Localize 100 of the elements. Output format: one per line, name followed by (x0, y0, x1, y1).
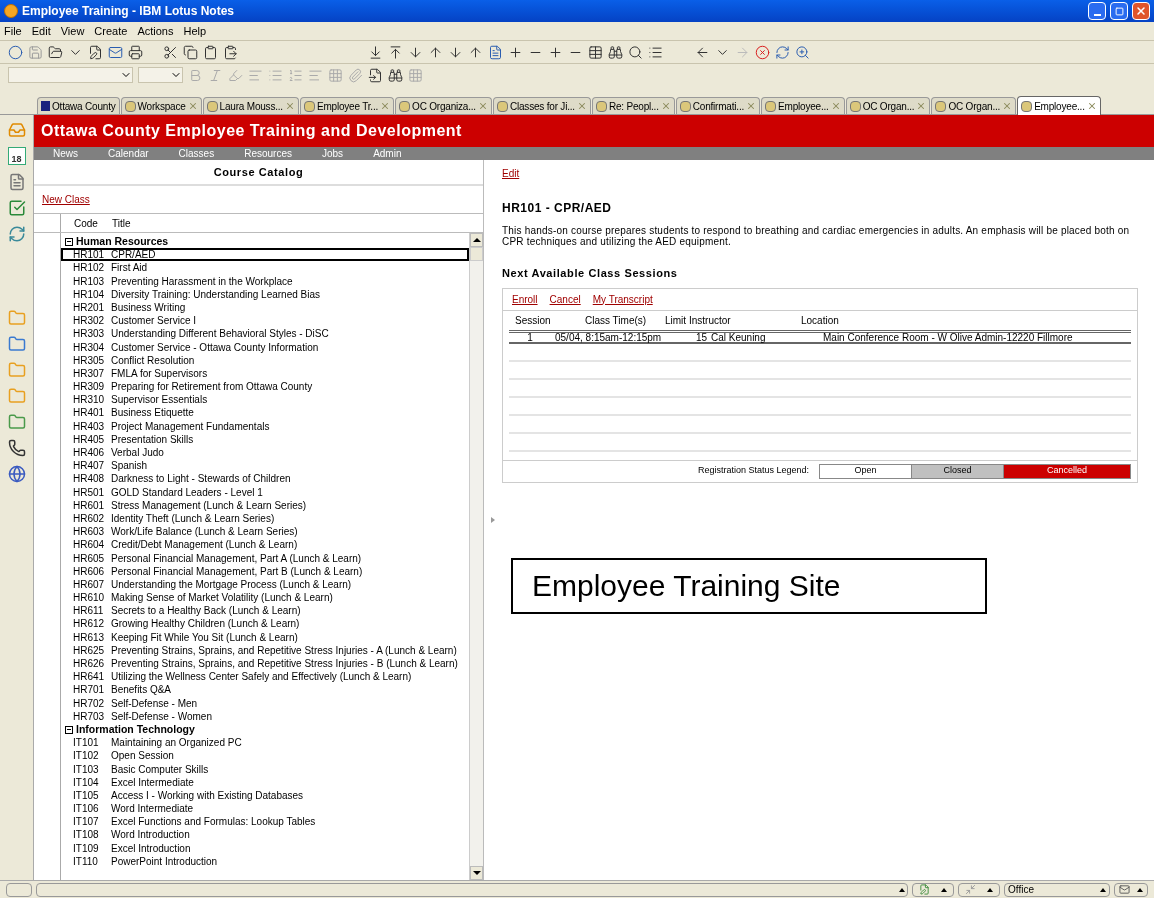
copy-icon[interactable] (183, 44, 198, 60)
globe-icon[interactable] (7, 465, 26, 483)
course-row[interactable]: HR403 Project Management Fundamentals (61, 419, 469, 433)
status-control[interactable] (1114, 882, 1148, 897)
location-selector[interactable]: Office (1004, 882, 1110, 897)
course-row[interactable]: HR610 Making Sense of Market Volatility (Lunch & Learn) (61, 591, 469, 605)
folder-icon[interactable] (48, 44, 63, 60)
plus-icon[interactable] (548, 44, 563, 60)
course-row[interactable]: HR303 Understanding Different Behavioral Styles - DiSC (61, 327, 469, 341)
document-tab[interactable]: OC Organiza... (395, 97, 492, 114)
action-link[interactable]: My Transcript (592, 291, 653, 307)
minimize-button[interactable] (1088, 2, 1106, 20)
search-icon[interactable] (628, 44, 643, 60)
course-row[interactable]: HR605 Personal Financial Management, Part A (Lunch & Learn) (61, 551, 469, 565)
column-header[interactable]: Code (61, 215, 112, 231)
course-row[interactable]: IT104 Excel Intermediate (61, 775, 469, 789)
document-tab[interactable]: Employee... (1017, 96, 1101, 115)
restore-button[interactable] (1110, 2, 1128, 20)
action-link[interactable]: Cancel (549, 291, 581, 307)
collapse-icon[interactable] (65, 237, 73, 246)
course-row[interactable]: HR101 CPR/AED (61, 248, 469, 262)
course-row[interactable]: HR606 Personal Financial Management, Part B (Lunch & Learn) (61, 564, 469, 578)
document-tab[interactable]: OC Organ... (845, 97, 931, 114)
arrow-up-line-icon[interactable] (388, 44, 403, 60)
course-row[interactable]: HR604 Credit/Debt Management (Lunch & Learn) (61, 538, 469, 552)
course-row[interactable]: IT109 Excel Introduction (61, 841, 469, 855)
close-tab-icon[interactable] (830, 101, 841, 111)
course-row[interactable]: IT106 Word Intermediate (61, 802, 469, 816)
import-icon[interactable] (368, 67, 383, 83)
status-control[interactable] (958, 882, 1000, 897)
close-tab-icon[interactable] (1086, 101, 1097, 111)
clipboard-icon[interactable] (203, 44, 218, 60)
course-row[interactable]: HR407 Spanish (61, 459, 469, 473)
course-row[interactable]: HR701 Benefits Q&A (61, 683, 469, 697)
course-row[interactable]: HR625 Preventing Strains, Sprains, and Repetitive Stress Injuries - A (Lunch & Learn) (61, 643, 469, 657)
course-row[interactable]: HR602 Identity Theft (Lunch & Learn Series) (61, 511, 469, 526)
close-tab-icon[interactable] (380, 101, 391, 111)
course-row[interactable]: HR607 Understanding the Mortgage Process (Lunch & Learn) (61, 577, 469, 592)
course-row[interactable]: IT102 Open Session (61, 749, 469, 763)
course-row[interactable]: HR201 Business Writing (61, 300, 469, 315)
paste-icon[interactable] (223, 44, 238, 60)
course-row[interactable]: HR408 Darkness to Light - Stewards of Children (61, 472, 469, 486)
stop-icon[interactable] (755, 44, 770, 60)
list-icon[interactable] (648, 44, 663, 60)
collapse-icon[interactable] (65, 725, 73, 734)
arrow-down-line-icon[interactable] (368, 44, 383, 60)
refresh-icon[interactable] (775, 44, 790, 60)
course-row[interactable]: HR603 Work/Life Balance (Lunch & Learn Series) (61, 525, 469, 539)
menu-item[interactable]: View (60, 22, 85, 40)
cut-icon[interactable] (163, 44, 178, 60)
course-row[interactable]: HR501 GOLD Standard Leaders - Level 1 (61, 485, 469, 499)
course-row[interactable]: HR405 Presentation Skills (61, 432, 469, 446)
close-tab-icon[interactable] (916, 101, 927, 111)
course-row[interactable]: HR612 Growing Healthy Children (Lunch & Learn) (61, 617, 469, 631)
close-tab-icon[interactable] (746, 101, 757, 111)
document-tab[interactable]: Employee Tr... (299, 97, 395, 114)
nav-link[interactable]: Classes (178, 148, 215, 159)
font-field[interactable] (8, 67, 133, 83)
course-row[interactable]: HR702 Self-Defense - Men (61, 696, 469, 710)
scroll-thumb[interactable] (470, 247, 483, 261)
back-icon[interactable] (695, 44, 710, 60)
course-row[interactable]: IT107 Excel Functions and Formulas: Lookup Tables (61, 815, 469, 829)
arrow-down-icon[interactable] (448, 44, 463, 60)
course-row[interactable]: HR307 FMLA for Supervisors (61, 366, 469, 381)
column-header[interactable]: Title (112, 215, 131, 231)
paperclip-icon[interactable] (348, 67, 363, 83)
arrow-down-icon[interactable] (408, 44, 423, 60)
course-row[interactable]: HR601 Stress Management (Lunch & Learn Series) (61, 498, 469, 512)
phone-icon[interactable] (7, 439, 26, 457)
close-tab-icon[interactable] (187, 101, 198, 111)
course-row[interactable]: HR626 Preventing Strains, Sprains, and Repetitive Stress Injuries - B (Lunch & Learn) (61, 657, 469, 671)
document-tab[interactable]: Laura Mouss... (202, 97, 299, 114)
document-tab[interactable]: OC Organ... (931, 97, 1017, 114)
close-tab-icon[interactable] (284, 101, 295, 111)
course-row[interactable]: IT101 Maintaining an Organized PC (61, 736, 469, 750)
table-icon[interactable] (588, 44, 603, 60)
document-tab[interactable]: Classes for Ji... (492, 97, 591, 114)
status-control[interactable] (912, 882, 954, 897)
nav-link[interactable]: Admin (373, 148, 402, 159)
binoculars-icon[interactable] (608, 44, 623, 60)
size-field[interactable] (138, 67, 183, 83)
binoculars-icon[interactable] (388, 67, 403, 83)
course-row[interactable]: HR641 Utilizing the Wellness Center Safely and Effectively (Lunch & Learn) (61, 670, 469, 684)
menu-item[interactable]: Actions (137, 22, 174, 40)
close-tab-icon[interactable] (1002, 101, 1013, 111)
scroll-down-icon[interactable] (472, 871, 481, 875)
nav-link[interactable]: Resources (244, 148, 292, 159)
document-tab[interactable]: Employee... (761, 97, 845, 114)
printer-icon[interactable] (128, 44, 143, 60)
close-tab-icon[interactable] (576, 101, 587, 111)
menu-item[interactable]: File (4, 22, 22, 40)
course-row[interactable]: HR104 Diversity Training: Understanding Learned Bias (61, 287, 469, 301)
document-tab[interactable]: Confirmati... (675, 97, 761, 114)
course-row[interactable]: HR103 Preventing Harassment in the Workplace (61, 274, 469, 288)
nav-link[interactable]: News (53, 148, 78, 159)
new-class-link[interactable]: New Class (42, 192, 90, 207)
close-tab-icon[interactable] (660, 101, 671, 111)
course-row[interactable]: IT110 PowerPoint Introduction (61, 854, 469, 868)
todo-icon[interactable] (7, 199, 26, 217)
document-tab[interactable]: Ottawa County (37, 97, 120, 114)
